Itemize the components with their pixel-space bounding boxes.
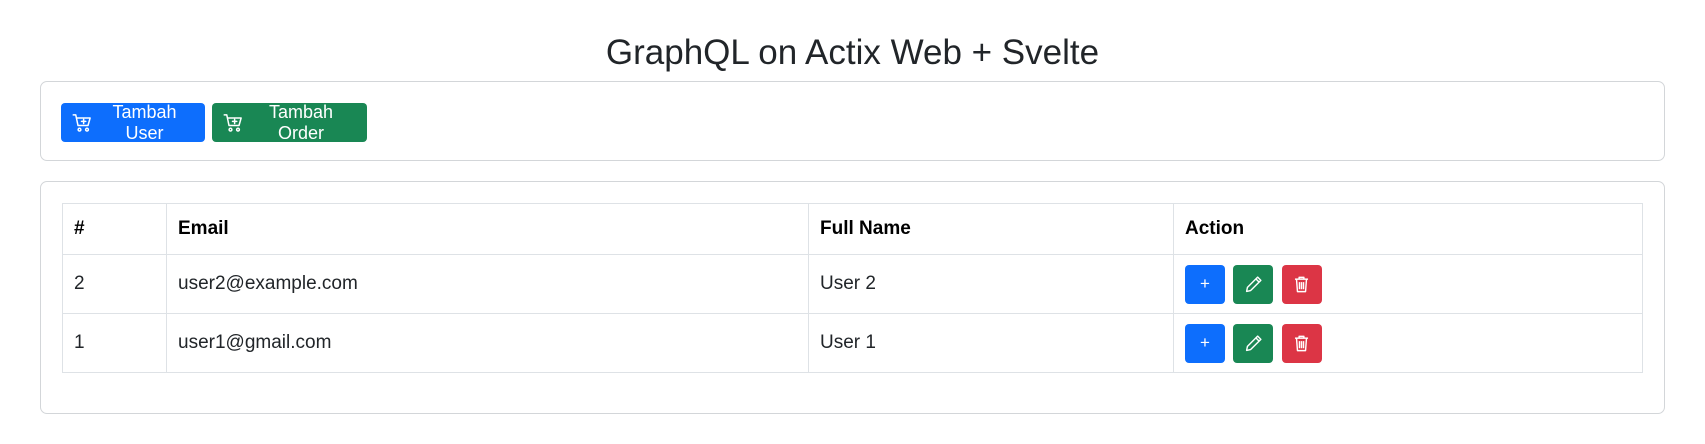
delete-user-button[interactable] <box>1281 323 1322 363</box>
add-order-label: Tambah Order <box>268 101 334 143</box>
trash-icon <box>1295 276 1309 292</box>
column-header-email: Email <box>166 203 809 255</box>
edit-user-button[interactable] <box>1233 323 1274 363</box>
delete-user-button[interactable] <box>1281 264 1322 304</box>
cell-id: 1 <box>62 313 167 373</box>
cart-plus-icon <box>72 113 92 133</box>
add-order-button[interactable]: Tambah Order <box>212 101 367 143</box>
table-header-row: # Email Full Name Action <box>62 203 1643 255</box>
cell-email: user1@gmail.com <box>166 313 809 373</box>
table-row: 2 user2@example.com User 2 + <box>62 254 1643 314</box>
add-user-label: Tambah User <box>112 101 177 143</box>
pencil-icon <box>1245 275 1262 292</box>
cell-id: 2 <box>62 254 167 314</box>
table-row: 1 user1@gmail.com User 1 + <box>62 313 1643 373</box>
page-title: GraphQL on Actix Web + Svelte <box>605 33 1100 72</box>
users-table-card: # Email Full Name Action 2 user2@example… <box>40 181 1665 414</box>
pencil-icon <box>1245 334 1262 351</box>
add-order-row-button[interactable]: + <box>1185 323 1225 363</box>
cell-actions: + <box>1173 313 1643 373</box>
column-header-full-name: Full Name <box>808 203 1174 255</box>
users-table: # Email Full Name Action 2 user2@example… <box>62 203 1643 373</box>
cell-email: user2@example.com <box>166 254 809 314</box>
add-user-button[interactable]: Tambah User <box>61 101 205 143</box>
cell-actions: + <box>1173 254 1643 314</box>
toolbar-card: Tambah User Tambah Order <box>40 81 1665 161</box>
edit-user-button[interactable] <box>1233 264 1274 304</box>
cell-full-name: User 2 <box>808 254 1174 314</box>
column-header-action: Action <box>1173 203 1643 255</box>
cell-full-name: User 1 <box>808 313 1174 373</box>
add-order-row-button[interactable]: + <box>1185 264 1225 304</box>
cart-plus-icon <box>223 113 243 133</box>
trash-icon <box>1295 335 1309 351</box>
column-header-id: # <box>62 203 167 255</box>
